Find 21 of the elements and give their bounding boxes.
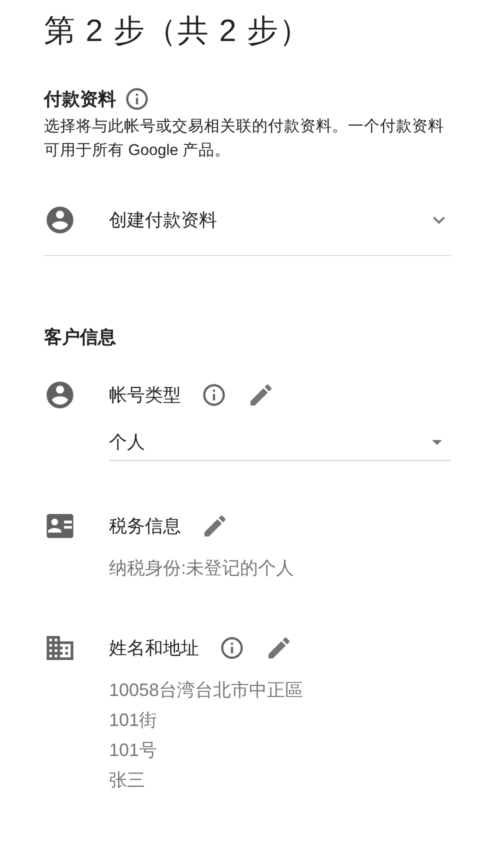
info-text: 10058台湾台北市中正區 (109, 679, 304, 702)
info-text: 张三 (109, 769, 146, 792)
info-icon[interactable] (219, 635, 245, 661)
select-value: 个人 (109, 431, 146, 454)
person-icon (44, 379, 76, 411)
account-type-select[interactable]: 个人 (109, 424, 451, 461)
field-label: 税务信息 (109, 515, 181, 538)
info-text: 101号 (109, 739, 158, 762)
dropdown-value: 创建付款资料 (109, 209, 218, 232)
info-text: 101街 (109, 709, 158, 732)
profile-dropdown[interactable]: 创建付款资料 (44, 185, 451, 256)
info-icon[interactable] (124, 86, 150, 112)
person-icon (44, 204, 76, 236)
field-label: 帐号类型 (109, 384, 181, 407)
description-text: 选择将与此帐号或交易相关联的付款资料。一个付款资料可用于所有 Google 产品。 (44, 117, 445, 161)
section-heading: 付款资料 (44, 88, 116, 111)
info-text: 纳税身份:未登记的个人 (109, 557, 296, 580)
page-title: 第 2 步（共 2 步） (44, 12, 312, 50)
section-heading: 客户信息 (44, 326, 117, 349)
field-label: 姓名和地址 (109, 637, 199, 660)
info-icon[interactable] (201, 382, 227, 408)
